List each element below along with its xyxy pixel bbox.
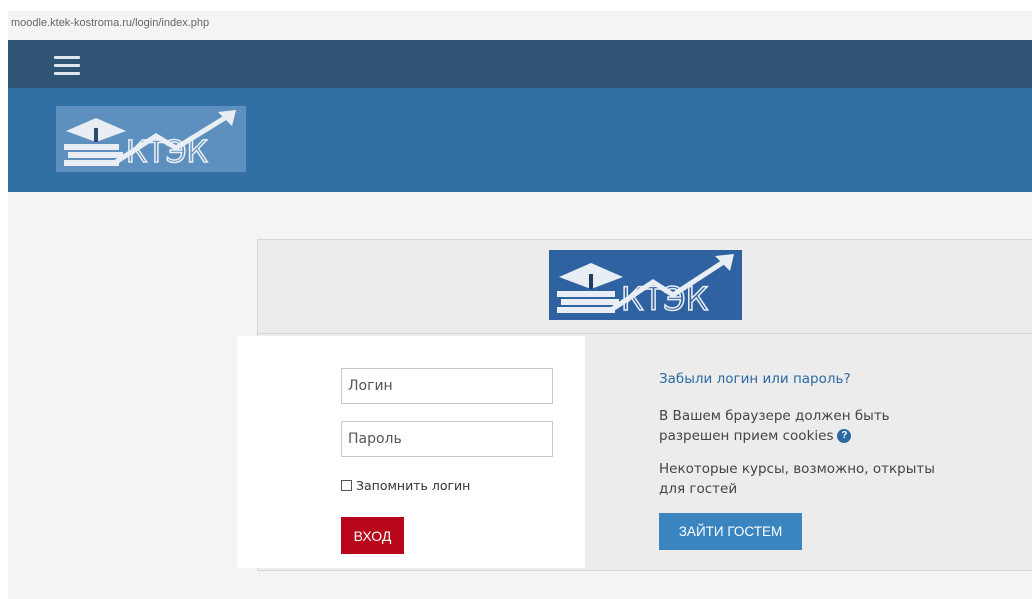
- site-logo[interactable]: КТЭК: [56, 106, 246, 172]
- card-logo-text: КТЭК: [621, 280, 709, 318]
- cookies-notice: В Вашем браузере должен быть разрешен пр…: [659, 406, 959, 446]
- card-logo: КТЭК: [549, 250, 742, 320]
- help-icon[interactable]: ?: [837, 429, 852, 443]
- remember-label: Запомнить логин: [356, 478, 471, 493]
- username-input[interactable]: Логин: [341, 368, 553, 404]
- url-text: moodle.ktek-kostroma.ru/login/index.php: [11, 17, 210, 29]
- card-divider: [257, 333, 1032, 334]
- forgot-password-link[interactable]: Забыли логин или пароль?: [659, 371, 851, 387]
- top-navbar: [8, 40, 1032, 88]
- login-form-panel: Логин Пароль Запомнить логин ВХОД: [237, 336, 585, 568]
- remember-username[interactable]: Запомнить логин: [341, 478, 470, 493]
- page: moodle.ktek-kostroma.ru/login/index.php …: [8, 11, 1032, 599]
- remember-checkbox[interactable]: [341, 480, 352, 491]
- login-button[interactable]: ВХОД: [341, 517, 404, 554]
- logo-text: КТЭК: [126, 135, 208, 170]
- menu-icon[interactable]: [54, 56, 80, 76]
- address-bar[interactable]: moodle.ktek-kostroma.ru/login/index.php: [8, 11, 1032, 40]
- guest-login-button[interactable]: ЗАЙТИ ГОСТЕМ: [659, 513, 802, 550]
- guest-notice: Некоторые курсы, возможно, открыты для г…: [659, 461, 935, 497]
- password-input[interactable]: Пароль: [341, 421, 553, 457]
- page-header: КТЭК: [8, 88, 1032, 192]
- cookies-text: В Вашем браузере должен быть разрешен пр…: [659, 408, 890, 444]
